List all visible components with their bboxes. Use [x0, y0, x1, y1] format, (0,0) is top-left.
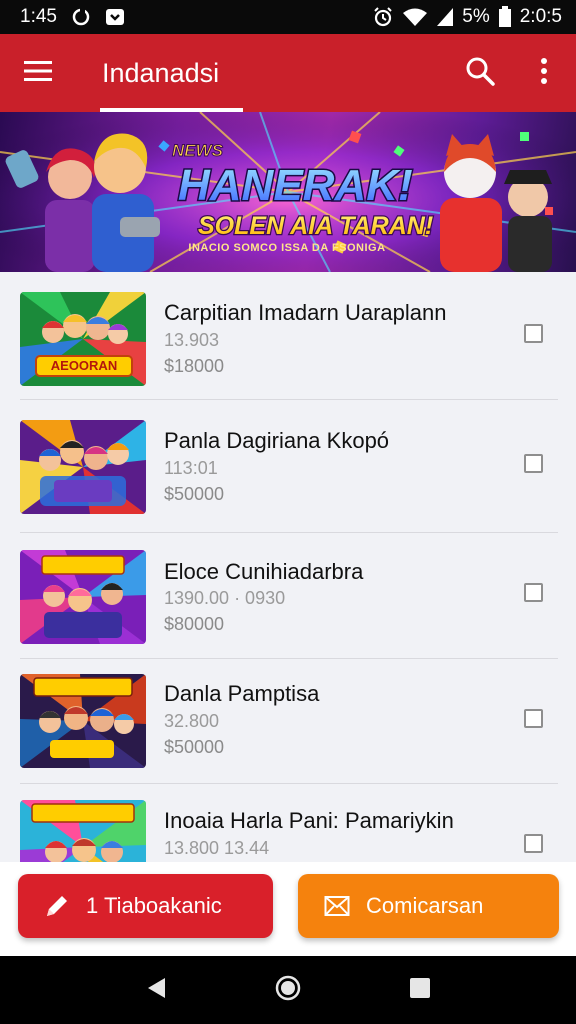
- app-bar-actions: [448, 34, 576, 112]
- sync-icon: [71, 7, 91, 27]
- item-thumbnail: [20, 420, 146, 514]
- item-checkbox[interactable]: [524, 324, 543, 343]
- list-item[interactable]: AEOORAN Carpitian Imadarn Uaraplann 13.9…: [0, 272, 576, 399]
- item-checkbox[interactable]: [524, 583, 543, 602]
- alarm-icon: [372, 6, 394, 28]
- secondary-action-button[interactable]: Comicarsan: [298, 874, 559, 938]
- item-meta: 13.903: [164, 330, 220, 350]
- thumb-label: AEOORAN: [50, 358, 118, 373]
- recents-icon: [409, 977, 431, 1004]
- item-title: Danla Pamptisa: [164, 681, 320, 706]
- back-icon: [145, 976, 167, 1005]
- item-checkbox[interactable]: [524, 709, 543, 728]
- item-thumbnail: [20, 800, 146, 862]
- item-meta: 13.800 13.44: [164, 838, 270, 858]
- back-button[interactable]: [136, 970, 176, 1010]
- battery-icon: [498, 6, 512, 28]
- system-nav-bar: [0, 956, 576, 1024]
- bottom-action-bar: 1 Tiaboakanic Comicarsan: [0, 862, 576, 956]
- status-right: 5% 2:0:5: [372, 6, 562, 28]
- primary-action-label: 1 Tiaboakanic: [86, 893, 222, 918]
- primary-action-button[interactable]: 1 Tiaboakanic: [18, 874, 273, 938]
- more-options-button[interactable]: [512, 34, 576, 112]
- item-thumbnail: AEOORAN: [20, 292, 146, 386]
- status-time-right: 2:0:5: [519, 6, 562, 27]
- list-item[interactable]: Danla Pamptisa 32.800 $50000: [0, 659, 576, 786]
- item-price: $80000: [164, 614, 225, 634]
- item-thumbnail: [20, 674, 146, 768]
- status-left: 1:45: [20, 6, 125, 28]
- item-title: Carpitian Imadarn Uaraplann: [164, 300, 447, 325]
- battery-percent: 5%: [462, 6, 490, 27]
- item-price: $18000: [164, 356, 225, 376]
- more-vert-icon: [540, 57, 548, 90]
- item-meta: 1390.00 · 0930: [164, 588, 286, 608]
- item-checkbox[interactable]: [524, 834, 543, 853]
- list-item[interactable]: Eloce Cunihiadarbra 1390.00 · 0930 $8000…: [0, 533, 576, 660]
- item-price: $50000: [164, 737, 225, 757]
- item-title: Inoaia Harla Pani: Pamariykin: [164, 808, 454, 833]
- item-checkbox[interactable]: [524, 454, 543, 473]
- item-thumbnail: [20, 550, 146, 644]
- home-button[interactable]: [268, 970, 308, 1010]
- banner-headline: HANERAK!: [178, 161, 413, 210]
- list-item[interactable]: Panla Dagiriana Kkopó 113:01 $50000: [0, 400, 576, 527]
- search-icon: [465, 56, 495, 91]
- signal-icon: [436, 7, 454, 27]
- banner-tagline: INACIO SOMCO ISSA DA FSONIGA: [188, 242, 386, 254]
- tab-title[interactable]: Indanadsi: [78, 34, 244, 112]
- status-bar: 1:45 5% 2:0:5: [0, 0, 576, 34]
- game-list[interactable]: AEOORAN Carpitian Imadarn Uaraplann 13.9…: [0, 272, 576, 862]
- list-item[interactable]: Inoaia Harla Pani: Pamariykin 13.800 13.…: [0, 784, 576, 862]
- status-time-left: 1:45: [20, 6, 57, 27]
- promo-banner[interactable]: NEWS HANERAK! SOLEN AIA TARAN! INACIO SO…: [0, 112, 576, 272]
- item-title: Panla Dagiriana Kkopó: [164, 428, 390, 453]
- app-notification-icon: [105, 7, 125, 27]
- pencil-icon: [28, 892, 86, 920]
- item-title: Eloce Cunihiadarbra: [164, 559, 364, 584]
- recents-button[interactable]: [400, 970, 440, 1010]
- wifi-icon: [402, 7, 428, 27]
- menu-button[interactable]: [0, 34, 76, 112]
- page-title: Indanadsi: [102, 57, 220, 88]
- home-icon: [274, 974, 302, 1007]
- item-price: $50000: [164, 484, 225, 504]
- item-meta: 113:01: [164, 458, 218, 478]
- search-button[interactable]: [448, 34, 512, 112]
- banner-kicker: NEWS: [172, 141, 224, 160]
- item-meta: 32.800: [164, 711, 220, 731]
- secondary-action-label: Comicarsan: [366, 893, 484, 918]
- menu-icon: [24, 60, 52, 87]
- banner-subheadline: SOLEN AIA TARAN!: [198, 212, 433, 240]
- app-bar: Indanadsi: [0, 34, 576, 112]
- mail-icon: [308, 895, 366, 917]
